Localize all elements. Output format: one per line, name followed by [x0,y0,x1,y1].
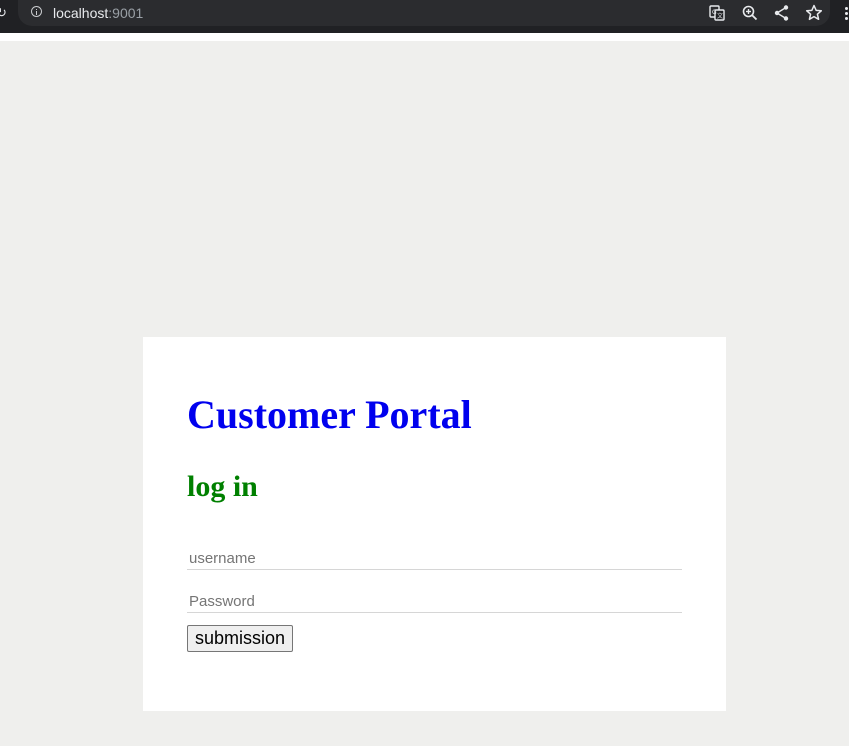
page-title: Customer Portal [187,392,472,437]
translate-icon[interactable]: G 文 [707,3,727,23]
url-host: localhost [53,5,109,21]
browser-toolbar: ↻ localhost:9001 G 文 [0,0,849,33]
share-icon[interactable] [772,3,792,23]
url-port: :9001 [108,5,144,21]
zoom-icon[interactable] [740,3,760,23]
svg-text:文: 文 [717,12,723,20]
password-field[interactable] [187,591,682,613]
login-card: Customer Portal log in submission [143,337,726,711]
star-icon[interactable] [804,3,824,23]
reload-icon[interactable]: ↻ [0,6,7,20]
menu-icon[interactable] [845,7,849,21]
login-heading: log in [187,470,258,503]
info-icon[interactable] [31,6,42,17]
username-field[interactable] [187,548,682,570]
toolbar-divider [0,33,849,41]
url-text[interactable]: localhost:9001 [53,4,143,22]
submit-button[interactable]: submission [187,625,294,652]
